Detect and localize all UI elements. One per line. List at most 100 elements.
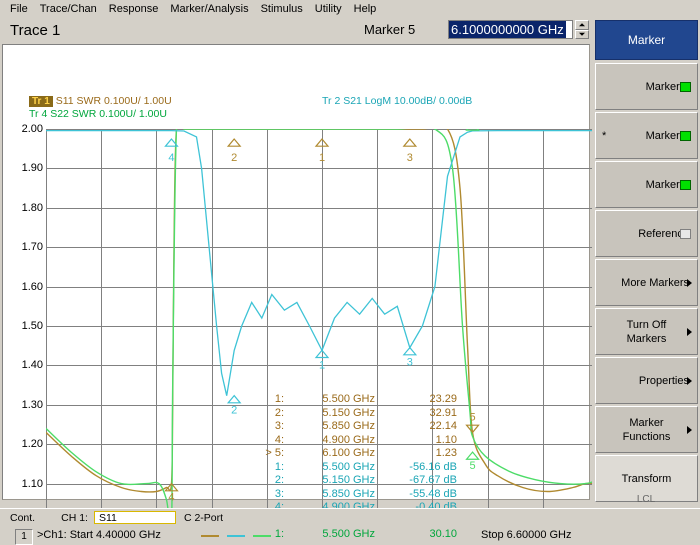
stimulus-stop-label[interactable]: Stop 6.60000 GHz [481,529,572,541]
menu-item-file[interactable]: File [4,2,34,16]
vna-application-window: File Trace/Chan Response Marker/Analysis… [0,0,700,545]
y-tick-label: 1.70 [21,241,43,254]
active-trace-number[interactable]: 1 [15,529,33,545]
marker-value-stepper[interactable] [575,20,589,39]
trace-legend-tr2[interactable]: Tr 2 S21 LogM 10.00dB/ 0.00dB [322,95,472,107]
trace-2-badge[interactable]: Tr 2 [322,95,340,107]
trace-4-badge[interactable]: Tr 4 [29,108,47,120]
marker-readout-row: 2: 5.150 GHz 32.91 [251,407,457,421]
softkey-panel: Marker Marker 1 * Marker 2 Marker 3 Refe… [592,17,700,509]
marker-row-colon: : [281,487,285,500]
softkey-turn-off-markers[interactable]: Turn Off Markers [595,308,698,355]
graph-panel[interactable]: Tr 1 S11 SWR 0.100U/ 1.00U Tr 4 S22 SWR … [2,44,598,545]
softkey-marker-functions[interactable]: Marker Functions [595,406,698,453]
menu-item-stimulus[interactable]: Stimulus [255,2,309,16]
marker-row-value: 23.29 [429,393,457,405]
softkey-marker-1[interactable]: Marker 1 [595,63,698,110]
marker-number-label: 4 [168,152,174,164]
marker-row-index: > 5 [265,447,281,459]
menu-item-marker-analysis[interactable]: Marker/Analysis [164,2,254,16]
softkey-more-markers[interactable]: More Markers [595,259,698,306]
marker-row-frequency: 4.900 GHz [322,433,375,446]
marker-row-value: 1.10 [435,433,457,446]
title-row: Trace 1 Marker 5 6.1000000000 GHz [0,17,592,44]
y-tick-label: 1.20 [21,438,43,451]
led-on-icon [680,81,691,92]
marker-row-frequency: 5.150 GHz [322,406,375,419]
submenu-arrow-icon [687,425,692,434]
menu-item-trace-chan[interactable]: Trace/Chan [34,2,103,16]
marker-row-colon: : [281,447,285,459]
stepper-down-icon[interactable] [575,29,589,39]
marker-readout-row: 1: 5.500 GHz 30.10 [251,528,457,542]
y-tick-label: 1.60 [21,280,43,293]
trace-legend-tr4[interactable]: Tr 4 S22 SWR 0.100U/ 1.00U [29,108,167,120]
marker-triangle-icon[interactable] [402,138,418,147]
marker-row-colon: : [281,433,285,446]
lcl-indicator: LCL [636,494,656,505]
marker-triangle-icon[interactable] [465,451,480,460]
y-axis: 2.00 1.90 1.80 1.70 1.60 1.50 1.40 1.30 … [3,123,43,529]
marker-row-value: -67.67 dB [409,474,457,486]
marker-row-index: 1 [274,460,281,473]
marker-triangle-icon[interactable] [226,394,242,404]
marker-table-swr-group: 1: 5.500 GHz 23.29 2: 5.150 GHz 32.91 3: 5.850 … [251,393,457,461]
marker-triangle-icon[interactable] [226,138,242,147]
stimulus-start-label[interactable]: >Ch1: Start 4.40000 GHz [37,529,161,541]
marker-number-label: 5 [469,411,475,423]
marker-readout-row: 2: 5.150 GHz -67.67 dB [251,474,457,488]
softkey-label-line1: Marker [629,416,664,429]
y-tick-label: 2.00 [21,123,43,135]
marker-row-value: 1.23 [435,447,457,459]
softkey-marker-3[interactable]: Marker 3 [595,161,698,208]
stepper-up-icon[interactable] [575,20,589,30]
marker-row-frequency: 5.150 GHz [322,474,375,486]
marker-row-colon: : [281,393,285,405]
trace-1-badge[interactable]: Tr 1 [29,96,53,107]
marker-row-colon: : [281,420,285,432]
trace-legend-tr1[interactable]: Tr 1 S11 SWR 0.100U/ 1.00U [29,95,172,107]
marker-row-colon: : [281,528,285,540]
marker-number-label: 3 [407,357,413,369]
marker-readout-row: 1: 5.500 GHz -56.16 dB [251,461,457,475]
softkey-label-line2: Markers [626,332,667,345]
softkey-properties[interactable]: Properties [595,357,698,404]
menu-item-help[interactable]: Help [348,2,383,16]
marker-row-frequency: 6.100 GHz [322,447,375,459]
marker-row-frequency: 5.850 GHz [322,487,375,500]
status-sweep-mode[interactable]: Cont. [10,512,35,524]
y-tick-label: 1.50 [21,320,43,332]
y-tick-label: 1.40 [21,359,43,372]
menu-item-utility[interactable]: Utility [309,2,348,16]
marker-row-colon: : [281,474,285,486]
status-parameter-field[interactable]: S11 [93,511,176,524]
y-tick-label: 1.30 [21,398,43,411]
marker-row-frequency: 5.500 GHz [322,460,375,473]
led-on-icon [680,130,691,141]
softkey-label: Properties [638,374,689,387]
active-marker-star-icon: * [602,129,607,142]
marker-readout-row: 3: 5.850 GHz 22.14 [251,420,457,434]
trace-4-format: S22 SWR 0.100U/ 1.00U [50,108,167,120]
marker-number-label: 4 [168,492,174,504]
marker-readout-row: 4: 4.900 GHz 1.10 [251,434,457,448]
marker-row-frequency: 5.500 GHz [322,528,375,540]
marker-row-index: 4 [274,433,281,446]
softkey-marker-2[interactable]: * Marker 2 [595,112,698,159]
status-channel-label: CH 1: [61,511,88,524]
marker-value-input[interactable]: 6.1000000000 GHz [448,20,573,39]
marker-number-label: 1 [319,359,325,371]
status-correction[interactable]: C 2-Port [184,512,223,524]
submenu-arrow-icon [687,327,692,336]
softkey-panel-title: Marker [595,20,698,60]
marker-row-value: -56.16 dB [409,460,457,473]
submenu-arrow-icon [687,376,692,385]
marker-row-frequency: 5.850 GHz [322,420,375,432]
marker-number-label: 2 [231,152,237,164]
marker-value-text: 6.1000000000 GHz [449,21,566,38]
marker-row-value: -55.48 dB [409,487,457,500]
submenu-arrow-icon [687,278,692,287]
menu-item-response[interactable]: Response [103,2,165,16]
marker-entry-label: Marker 5 [364,22,416,37]
softkey-reference[interactable]: Reference [595,210,698,257]
